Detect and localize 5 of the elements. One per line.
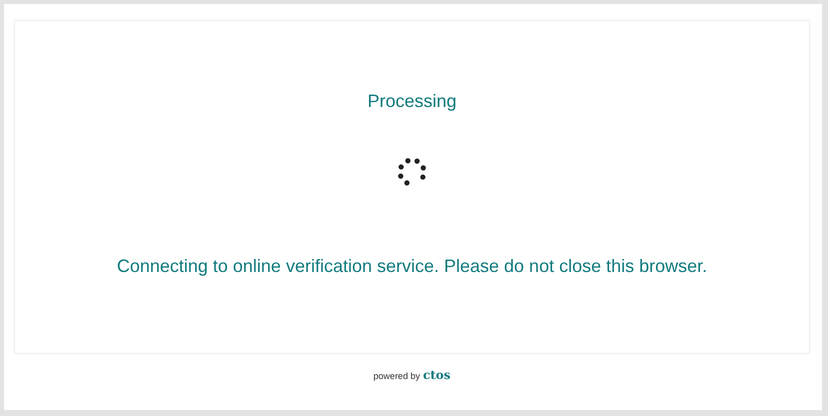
loading-spinner-icon [396, 156, 428, 188]
brand-logo: ctos [422, 368, 451, 382]
processing-title: Processing [367, 91, 457, 112]
powered-by-text: powered by [373, 371, 420, 381]
status-message: Connecting to online verification service. Please do not close this browser. [116, 256, 708, 277]
